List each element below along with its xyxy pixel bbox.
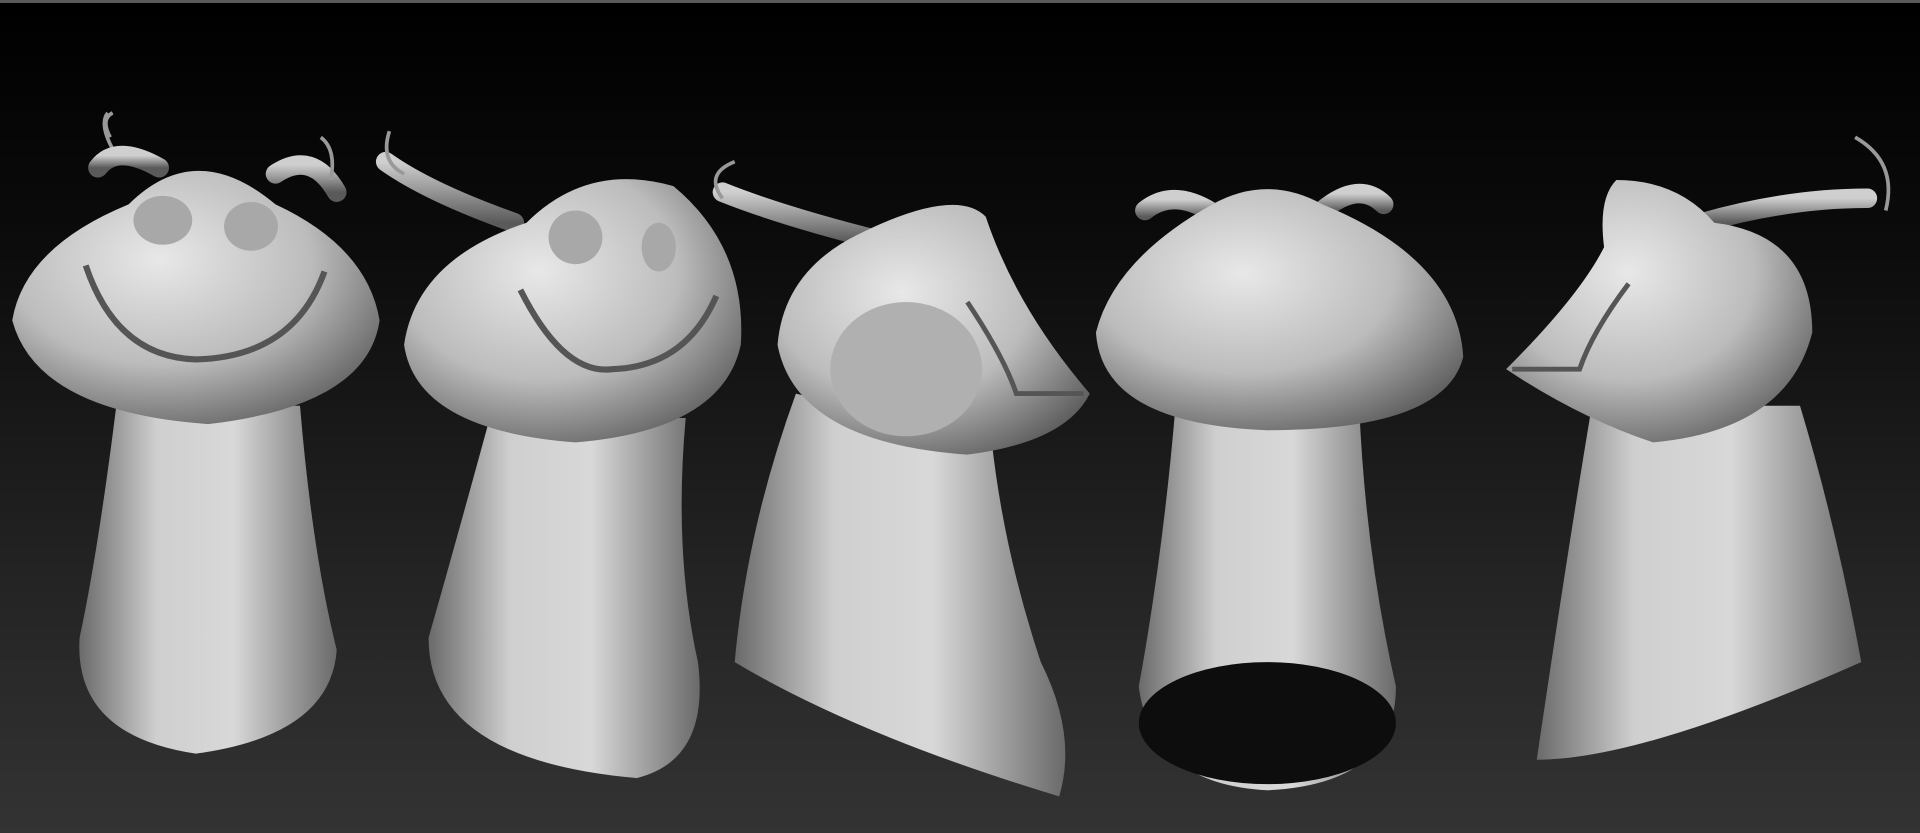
sculpt-back-view bbox=[1095, 183, 1464, 791]
sculpt-three-quarter-view bbox=[375, 130, 742, 779]
sculpt-render bbox=[12, 111, 1891, 797]
sculpt-side-quarter-view bbox=[712, 159, 1090, 797]
sculpt-front-view bbox=[12, 111, 380, 754]
sculpt-side-view bbox=[1506, 135, 1891, 760]
3d-viewport[interactable] bbox=[0, 0, 1920, 833]
